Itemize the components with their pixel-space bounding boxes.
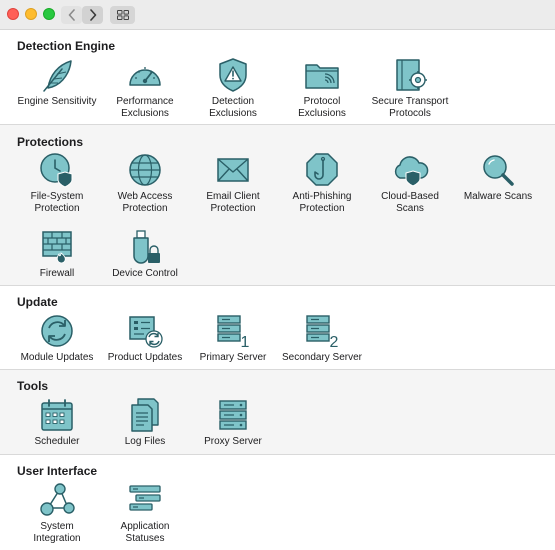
envelope-icon	[217, 158, 249, 182]
pref-web-access-protection[interactable]: Web Access Protection	[100, 152, 190, 215]
pref-firewall[interactable]: Firewall	[12, 229, 102, 280]
server-two-icon: 2	[306, 315, 339, 349]
item-label: Web Access Protection	[117, 191, 173, 214]
item-label: Engine Sensitivity	[17, 96, 97, 107]
maximize-window-button[interactable]	[43, 8, 55, 20]
item-label: Email Client Protection	[206, 191, 260, 214]
globe-icon	[129, 154, 161, 186]
firewall-icon	[42, 231, 72, 264]
item-label: Application Statuses	[120, 521, 170, 544]
server-one-icon: 1	[217, 315, 250, 349]
pref-protocol-exclusions[interactable]: Protocol Exclusions	[277, 57, 367, 120]
section-title: Tools	[17, 379, 49, 393]
window-titlebar	[0, 0, 555, 30]
pref-secure-transport-protocols[interactable]: Secure Transport Protocols	[365, 57, 455, 120]
cloud-shield-icon	[394, 156, 429, 187]
pref-file-system-protection[interactable]: File-System Protection	[12, 152, 102, 215]
usb-lock-icon	[133, 230, 160, 264]
pref-proxy-server[interactable]: Proxy Server	[188, 397, 278, 448]
shield-warning-icon	[219, 58, 247, 92]
item-label: Secure Transport Protocols	[371, 96, 449, 119]
close-window-button[interactable]	[7, 8, 19, 20]
section-update: Update Module Updates Product Updates 1 …	[0, 286, 555, 370]
network-nodes-icon	[40, 483, 75, 516]
pref-application-statuses[interactable]: Application Statuses	[100, 482, 190, 545]
clock-shield-icon	[40, 153, 73, 188]
pref-primary-server[interactable]: 1 Primary Server	[188, 313, 278, 364]
section-title: User Interface	[17, 464, 98, 478]
pref-anti-phishing-protection[interactable]: Anti-Phishing Protection	[277, 152, 367, 215]
feather-icon	[43, 60, 72, 92]
pref-module-updates[interactable]: Module Updates	[12, 313, 102, 364]
section-tools: Tools Scheduler Log Files Proxy Server	[0, 370, 555, 455]
item-label: Cloud-Based Scans	[381, 191, 439, 214]
item-label: Device Control	[112, 268, 178, 279]
item-label: Module Updates	[20, 352, 94, 363]
chevron-right-icon	[89, 9, 96, 21]
chevron-left-icon	[68, 9, 75, 21]
forward-button[interactable]	[82, 6, 103, 24]
item-label: Log Files	[124, 436, 166, 447]
pref-cloud-based-scans[interactable]: Cloud-Based Scans	[365, 152, 455, 215]
pref-secondary-server[interactable]: 2 Secondary Server	[277, 313, 367, 364]
pref-product-updates[interactable]: Product Updates	[100, 313, 190, 364]
item-label: Detection Exclusions	[209, 96, 257, 119]
speedometer-icon	[129, 67, 161, 86]
pref-log-files[interactable]: Log Files	[100, 397, 190, 448]
server-icon	[219, 400, 247, 430]
show-all-button[interactable]	[110, 6, 135, 24]
section-title: Protections	[17, 135, 84, 149]
documents-icon	[131, 398, 159, 432]
hook-octagon-icon	[306, 153, 338, 186]
back-button[interactable]	[61, 6, 82, 24]
section-detection-engine: Detection Engine Engine Sensitivity Perf…	[0, 31, 555, 125]
item-label: Protocol Exclusions	[298, 96, 346, 119]
section-title: Detection Engine	[17, 39, 116, 53]
item-label: File-System Protection	[30, 191, 84, 214]
server-badge-number: 1	[241, 334, 250, 349]
section-title: Update	[17, 295, 58, 309]
folder-signal-icon	[305, 64, 339, 89]
pref-malware-scans[interactable]: Malware Scans	[453, 152, 543, 203]
pref-scheduler[interactable]: Scheduler	[12, 397, 102, 448]
magnifier-icon	[483, 155, 514, 186]
status-list-icon	[129, 485, 161, 511]
minimize-window-button[interactable]	[25, 8, 37, 20]
item-label: Product Updates	[107, 352, 183, 363]
section-user-interface: User Interface System Integration Applic…	[0, 455, 555, 550]
item-label: Malware Scans	[463, 191, 533, 202]
pref-engine-sensitivity[interactable]: Engine Sensitivity	[12, 57, 102, 108]
item-label: Proxy Server	[204, 436, 262, 447]
calendar-icon	[41, 399, 73, 431]
item-label: Performance Exclusions	[116, 96, 174, 119]
item-label: Anti-Phishing Protection	[292, 191, 352, 214]
pref-device-control[interactable]: Device Control	[100, 229, 190, 280]
item-label: Scheduler	[34, 436, 80, 447]
grid-icon	[116, 10, 129, 20]
refresh-icon	[41, 315, 73, 347]
pref-performance-exclusions[interactable]: Performance Exclusions	[100, 57, 190, 120]
item-label: Primary Server	[199, 352, 267, 363]
pref-detection-exclusions[interactable]: Detection Exclusions	[188, 57, 278, 120]
section-protections: Protections File-System Protection Web A…	[0, 125, 555, 286]
item-label: Secondary Server	[281, 352, 363, 363]
pref-system-integration[interactable]: System Integration	[12, 482, 102, 545]
server-badge-number: 2	[330, 334, 339, 349]
pref-email-client-protection[interactable]: Email Client Protection	[188, 152, 278, 215]
item-label: System Integration	[33, 521, 81, 544]
item-label: Firewall	[39, 268, 75, 279]
book-gear-icon	[396, 59, 427, 91]
panel-refresh-icon	[129, 316, 163, 348]
